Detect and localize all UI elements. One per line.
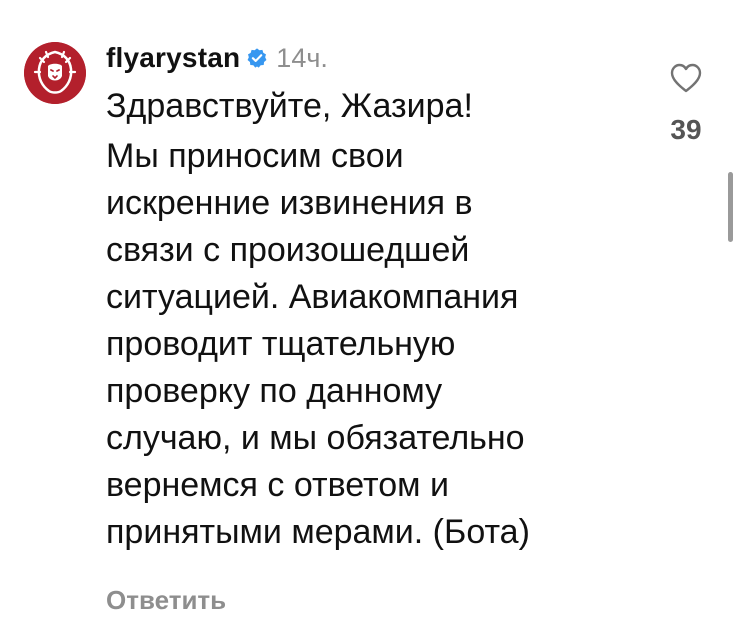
avatar[interactable] (24, 42, 86, 104)
timestamp: 14ч. (276, 42, 328, 73)
comment-text: Мы приносим свои искренние извинения в с… (106, 137, 530, 551)
like-area: 39 (658, 62, 714, 146)
comment-body: flyarystan 14ч. Здравствуйте, Жазира! Мы… (106, 36, 626, 556)
lion-logo-icon (24, 42, 86, 104)
reply-button[interactable]: Ответить (106, 585, 226, 616)
like-count: 39 (670, 114, 702, 145)
comment-header: flyarystan 14ч. (106, 36, 626, 80)
username[interactable]: flyarystan (106, 42, 240, 74)
scrollbar[interactable] (728, 172, 733, 242)
comment-greeting: Здравствуйте, Жазира! (106, 87, 473, 125)
verified-badge-icon (247, 48, 267, 68)
comment: flyarystan 14ч. Здравствуйте, Жазира! Мы… (0, 0, 740, 635)
heart-icon[interactable] (669, 62, 703, 94)
